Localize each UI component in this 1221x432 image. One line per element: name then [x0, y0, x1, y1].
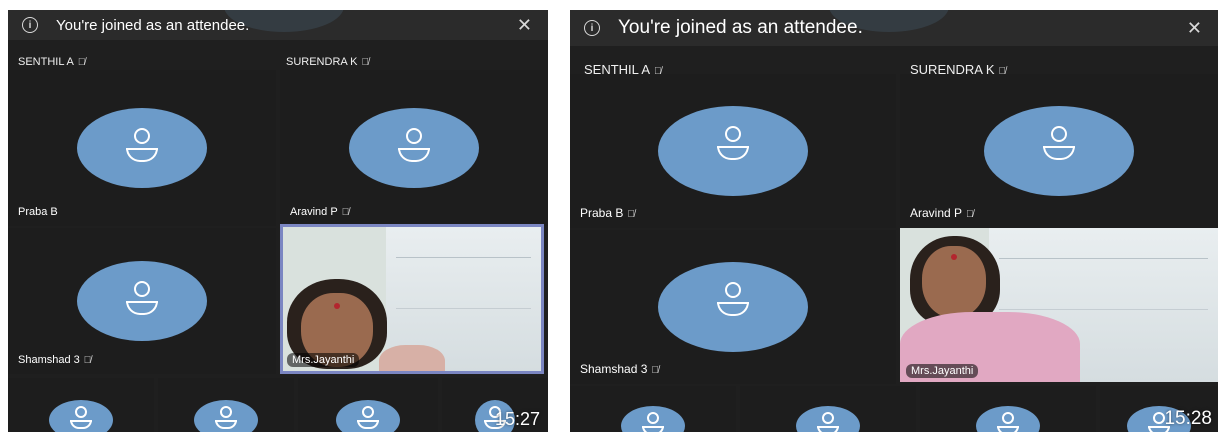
clock-time: 15:27 — [494, 409, 540, 429]
mic-off-icon: 🎙̸ — [77, 57, 86, 68]
participant-tile-small[interactable] — [570, 386, 736, 432]
participant-name: Praba B 🎙̸ — [580, 206, 635, 220]
speaker-video-tile[interactable]: Mrs.Jayanthi — [900, 228, 1218, 382]
banner-message: You're joined as an attendee. — [56, 16, 250, 34]
meeting-screen-1528: i You're joined as an attendee. ✕ SENTHI… — [570, 10, 1218, 432]
person-avatar-icon — [49, 400, 113, 432]
participant-name: Aravind P 🎙̸ — [910, 206, 974, 220]
close-icon[interactable]: ✕ — [1187, 19, 1202, 37]
person-avatar-icon — [621, 406, 685, 432]
participant-label: SENTHIL A 🎙̸ — [18, 56, 86, 68]
participant-name: Shamshad 3 🎙̸ — [580, 362, 659, 376]
person-avatar-icon — [976, 406, 1040, 432]
person-avatar-icon — [984, 106, 1134, 196]
clock-time: 15:28 — [1164, 408, 1212, 429]
info-icon: i — [584, 20, 600, 36]
person-avatar-icon — [77, 108, 207, 188]
close-icon[interactable]: ✕ — [517, 16, 532, 34]
participant-tile[interactable]: Aravind P 🎙̸ — [900, 74, 1218, 228]
participant-tile-small[interactable] — [920, 386, 1096, 432]
mic-off-icon: 🎙̸ — [83, 355, 92, 366]
speaker-name: Mrs.Jayanthi — [906, 364, 979, 378]
mic-off-icon: 🎙̸ — [651, 365, 659, 376]
person-avatar-icon — [194, 400, 258, 432]
participant-tile-small[interactable] — [8, 378, 154, 432]
participant-tile-small[interactable] — [298, 378, 438, 432]
speaker-video-tile[interactable]: Mrs.Jayanthi — [280, 224, 544, 374]
person-avatar-icon — [658, 262, 808, 352]
participant-name: Aravind P 🎙̸ — [290, 206, 350, 218]
info-icon: i — [22, 17, 38, 33]
participant-tile[interactable]: Aravind P 🎙̸ — [280, 70, 548, 226]
person-avatar-icon — [349, 108, 479, 188]
speaker-clothing — [379, 345, 445, 371]
attendee-banner: i You're joined as an attendee. ✕ — [570, 10, 1218, 46]
person-avatar-icon — [796, 406, 860, 432]
attendee-banner: i You're joined as an attendee. ✕ — [8, 10, 548, 40]
banner-message: You're joined as an attendee. — [618, 17, 863, 38]
speaker-name: Mrs.Jayanthi — [287, 353, 360, 367]
speaker-bindi — [951, 254, 957, 260]
participant-tile-small[interactable] — [158, 378, 294, 432]
mic-off-icon: 🎙̸ — [966, 209, 974, 220]
participant-tile[interactable]: Praba B 🎙̸ — [570, 74, 896, 228]
participant-name: Praba B — [18, 206, 58, 218]
participant-name: Shamshad 3 🎙̸ — [18, 354, 92, 366]
mic-off-icon: 🎙̸ — [627, 209, 635, 220]
participant-label: SURENDRA K 🎙̸ — [286, 56, 370, 68]
meeting-screen-1527: i You're joined as an attendee. ✕ SENTHI… — [8, 10, 548, 432]
participant-tile-small[interactable] — [740, 386, 916, 432]
speaker-bindi — [334, 303, 340, 309]
mic-off-icon: 🎙̸ — [361, 57, 370, 68]
participant-tile[interactable]: Praba B — [8, 70, 276, 226]
participant-tile[interactable]: Shamshad 3 🎙̸ — [8, 228, 276, 374]
person-avatar-icon — [336, 400, 400, 432]
mic-off-icon: 🎙̸ — [341, 207, 350, 218]
participant-tile[interactable]: Shamshad 3 🎙̸ — [570, 230, 896, 384]
person-avatar-icon — [77, 261, 207, 341]
person-avatar-icon — [658, 106, 808, 196]
